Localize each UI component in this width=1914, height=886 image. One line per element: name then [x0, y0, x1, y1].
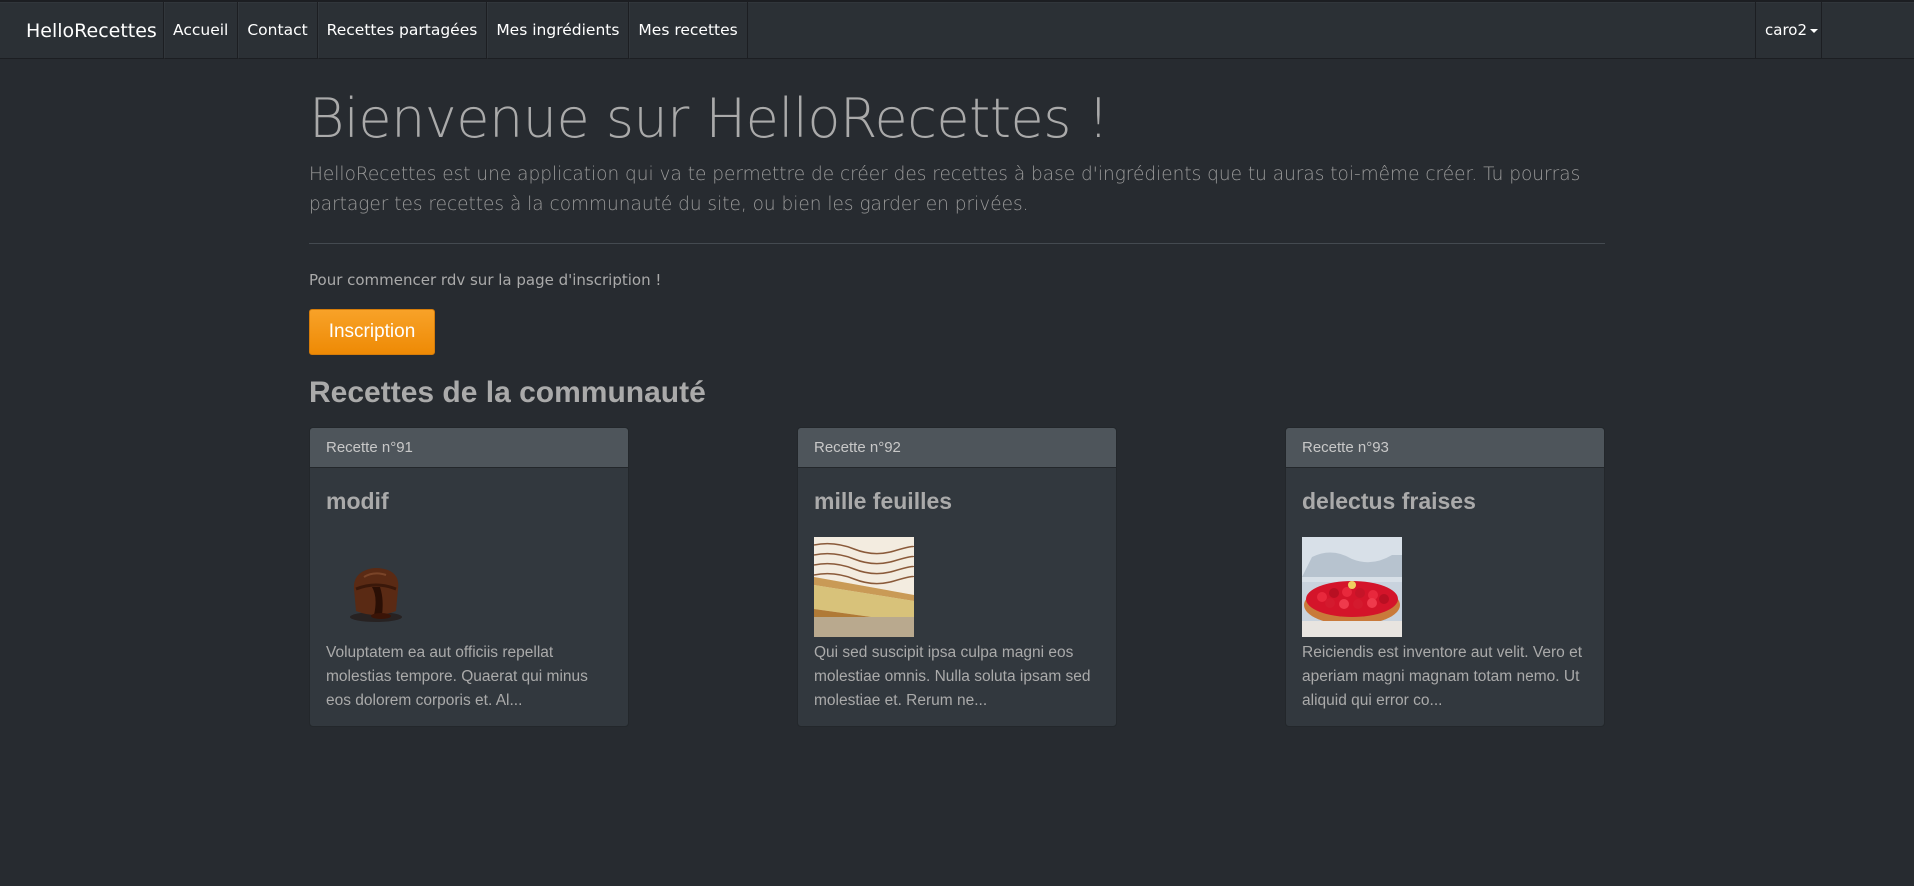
recipe-title[interactable]: mille feuilles — [814, 488, 952, 515]
recipe-card-92[interactable]: Recette n°92 mille feuilles Qui sed susc… — [797, 427, 1117, 727]
user-name: caro2 — [1765, 21, 1807, 39]
nav-links: Accueil Contact Recettes partagées Mes i… — [163, 2, 748, 59]
recipe-excerpt: Qui sed suscipit ipsa culpa magni eos mo… — [814, 644, 1091, 709]
recipe-title[interactable]: delectus fraises — [1302, 488, 1476, 515]
community-section-title: Recettes de la communauté — [309, 376, 706, 409]
recipe-title[interactable]: modif — [326, 488, 389, 515]
nav-link-mes-recettes[interactable]: Mes recettes — [628, 2, 748, 59]
top-navbar: HelloRecettes Accueil Contact Recettes p… — [0, 0, 1914, 59]
strawberry-tart-image — [1302, 537, 1402, 637]
hero-lead: HelloRecettes est une application qui va… — [309, 164, 1581, 215]
card-header: Recette n°91 — [310, 428, 628, 468]
caret-down-icon — [1810, 28, 1818, 33]
nav-link-accueil[interactable]: Accueil — [163, 2, 237, 59]
brand-link[interactable]: HelloRecettes — [26, 20, 157, 42]
card-header: Recette n°93 — [1286, 428, 1604, 468]
user-dropdown[interactable]: caro2 — [1755, 2, 1822, 59]
start-text: Pour commencer rdv sur la page d'inscrip… — [309, 271, 662, 289]
nav-link-recettes-partagees[interactable]: Recettes partagées — [316, 2, 487, 59]
divider — [309, 243, 1605, 244]
nav-link-mes-ingredients[interactable]: Mes ingrédients — [486, 2, 628, 59]
nav-link-contact[interactable]: Contact — [237, 2, 316, 59]
recipe-excerpt: Voluptatem ea aut officiis repellat mole… — [326, 644, 588, 709]
recipe-excerpt: Reiciendis est inventore aut velit. Vero… — [1302, 644, 1583, 709]
mille-feuille-image — [814, 537, 914, 637]
page-title: Bienvenue sur HelloRecettes ! — [309, 87, 1109, 150]
recipe-card-91[interactable]: Recette n°91 modif Voluptatem ea aut off… — [309, 427, 629, 727]
chocolate-lava-cake-image — [350, 568, 402, 622]
card-header: Recette n°92 — [798, 428, 1116, 468]
recipe-card-93[interactable]: Recette n°93 delectus fraises Reiciendis… — [1285, 427, 1605, 727]
signup-button[interactable]: Inscription — [309, 309, 435, 355]
